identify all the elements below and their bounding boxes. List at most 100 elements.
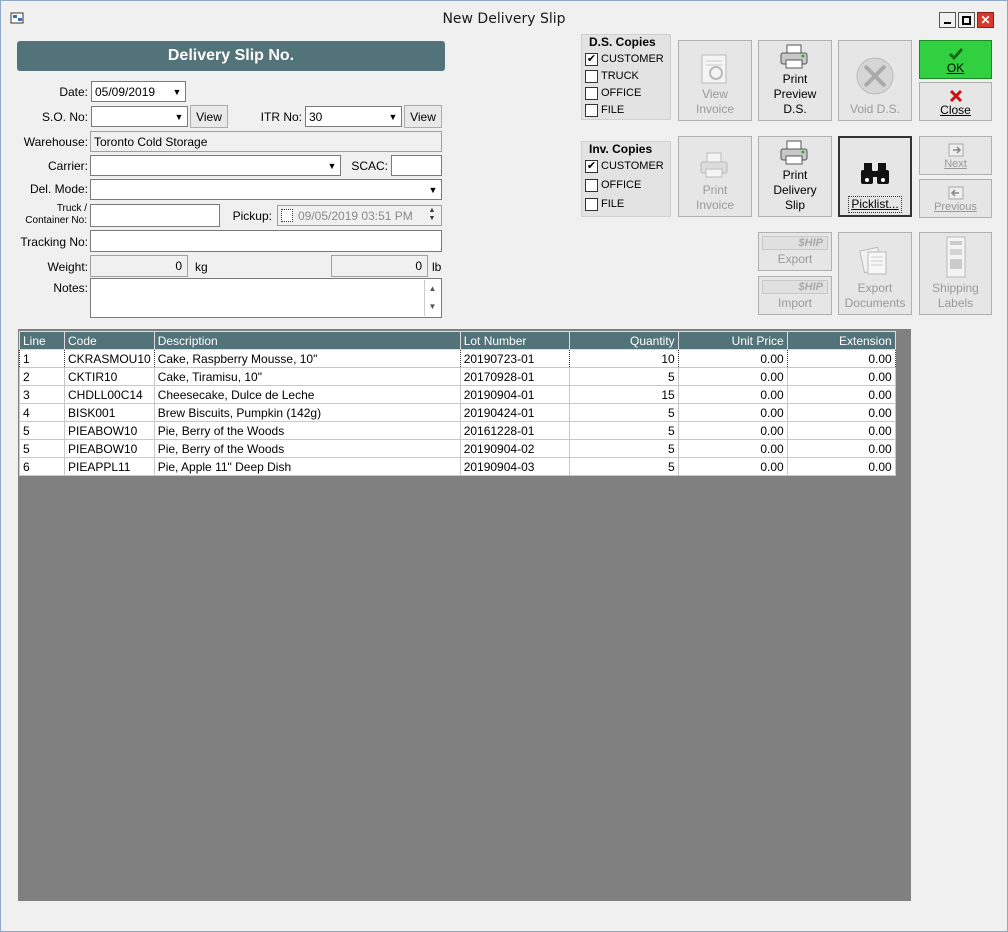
table-cell[interactable]: PIEABOW10 bbox=[64, 421, 155, 440]
table-cell[interactable]: 5 bbox=[568, 439, 679, 458]
table-cell[interactable]: 0.00 bbox=[677, 439, 788, 458]
table-cell[interactable]: 0.00 bbox=[677, 367, 788, 386]
tracking-input[interactable] bbox=[90, 230, 442, 252]
table-cell[interactable]: 20190424-01 bbox=[459, 403, 570, 422]
close-button[interactable]: Close bbox=[919, 82, 992, 121]
table-cell[interactable]: 20190723-01 bbox=[459, 349, 570, 368]
table-cell[interactable]: 0.00 bbox=[786, 439, 896, 458]
spin-icon[interactable]: ▲ ▼ bbox=[425, 207, 439, 224]
print-invoice-button[interactable]: Print Invoice bbox=[678, 136, 752, 217]
table-cell[interactable]: Pie, Apple 11" Deep Dish bbox=[153, 457, 461, 476]
scac-input[interactable] bbox=[391, 155, 442, 176]
table-cell[interactable]: 0.00 bbox=[677, 349, 788, 368]
table-cell[interactable]: CKTIR10 bbox=[64, 367, 155, 386]
line-items-grid[interactable]: Line Code Description Lot Number Quantit… bbox=[18, 329, 911, 901]
col-line-header[interactable]: Line bbox=[19, 331, 65, 350]
pickup-datetime[interactable]: 09/05/2019 03:51 PM ▲ ▼ bbox=[277, 205, 442, 226]
ship-import-button[interactable]: $HIP Import bbox=[758, 276, 832, 315]
table-cell[interactable]: 10 bbox=[568, 349, 679, 368]
table-cell[interactable]: PIEABOW10 bbox=[64, 439, 155, 458]
view-so-button[interactable]: View bbox=[190, 105, 228, 128]
table-cell[interactable]: 20170928-01 bbox=[459, 367, 570, 386]
table-cell[interactable]: 0.00 bbox=[786, 367, 896, 386]
table-cell[interactable]: 0.00 bbox=[786, 403, 896, 422]
col-lot-header[interactable]: Lot Number bbox=[459, 331, 570, 350]
table-row[interactable]: 3 CHDLL00C14 Cheesecake, Dulce de Leche 201… bbox=[19, 385, 896, 404]
delivery-mode-combo[interactable]: ▼ bbox=[90, 179, 442, 200]
ds-copy-truck[interactable]: TRUCK bbox=[585, 68, 639, 84]
col-extension-header[interactable]: Extension bbox=[786, 331, 896, 350]
print-preview-ds-button[interactable]: Print Preview D.S. bbox=[758, 40, 832, 121]
table-cell[interactable]: Cake, Raspberry Mousse, 10" bbox=[153, 349, 461, 368]
table-row[interactable]: 5 PIEABOW10 Pie, Berry of the Woods 2016122… bbox=[19, 421, 896, 440]
notes-scrollbar[interactable]: ▲ ▼ bbox=[424, 280, 440, 316]
itr-number-combo[interactable]: 30 ▼ bbox=[305, 106, 402, 127]
table-row[interactable]: 2 CKTIR10 Cake, Tiramisu, 10" 20170928-01 5 0… bbox=[19, 367, 896, 386]
table-cell[interactable]: 5 bbox=[568, 421, 679, 440]
view-itr-button[interactable]: View bbox=[404, 105, 442, 128]
table-cell[interactable]: 0.00 bbox=[677, 385, 788, 404]
print-delivery-slip-button[interactable]: Print Delivery Slip bbox=[758, 136, 832, 217]
ds-copy-office[interactable]: OFFICE bbox=[585, 85, 641, 101]
table-cell[interactable]: 0.00 bbox=[677, 457, 788, 476]
table-cell[interactable]: CKRASMOU10 bbox=[64, 349, 155, 368]
table-cell[interactable]: 5 bbox=[568, 457, 679, 476]
carrier-combo[interactable]: ▼ bbox=[90, 155, 341, 176]
table-row[interactable]: 6 PIEAPPL11 Pie, Apple 11" Deep Dish 201909… bbox=[19, 457, 896, 476]
table-cell[interactable]: 0.00 bbox=[786, 457, 896, 476]
table-cell[interactable]: 1 bbox=[19, 349, 65, 368]
ship-export-button[interactable]: $HIP Export bbox=[758, 232, 832, 271]
void-ds-button[interactable]: Void D.S. bbox=[838, 40, 912, 121]
table-cell[interactable]: 20190904-01 bbox=[459, 385, 570, 404]
table-cell[interactable]: Pie, Berry of the Woods bbox=[153, 439, 461, 458]
inv-copy-office[interactable]: OFFICE bbox=[585, 177, 641, 193]
table-cell[interactable]: 3 bbox=[19, 385, 65, 404]
table-cell[interactable]: 20190904-03 bbox=[459, 457, 570, 476]
ok-button[interactable]: OK bbox=[919, 40, 992, 79]
col-description-header[interactable]: Description bbox=[153, 331, 461, 350]
inv-copy-customer[interactable]: ✔ CUSTOMER bbox=[585, 158, 664, 174]
minimize-button[interactable] bbox=[939, 12, 956, 28]
table-cell[interactable]: 0.00 bbox=[677, 421, 788, 440]
col-code-header[interactable]: Code bbox=[64, 331, 155, 350]
col-unitprice-header[interactable]: Unit Price bbox=[677, 331, 788, 350]
table-cell[interactable]: Pie, Berry of the Woods bbox=[153, 421, 461, 440]
table-row[interactable]: 1 CKRASMOU10 Cake, Raspberry Mousse, 10" 20… bbox=[19, 349, 896, 368]
window-close-button[interactable]: ✕ bbox=[977, 12, 994, 28]
table-cell[interactable]: 5 bbox=[568, 367, 679, 386]
export-documents-button[interactable]: Export Documents bbox=[838, 232, 912, 315]
table-cell[interactable]: 6 bbox=[19, 457, 65, 476]
table-cell[interactable]: 20161228-01 bbox=[459, 421, 570, 440]
table-cell[interactable]: 5 bbox=[19, 439, 65, 458]
table-cell[interactable]: Cake, Tiramisu, 10" bbox=[153, 367, 461, 386]
ds-copy-file[interactable]: FILE bbox=[585, 102, 624, 118]
so-number-combo[interactable]: ▼ bbox=[91, 106, 188, 127]
table-cell[interactable]: 5 bbox=[19, 421, 65, 440]
table-cell[interactable]: 4 bbox=[19, 403, 65, 422]
notes-textarea[interactable]: ▲ ▼ bbox=[90, 278, 442, 318]
inv-copy-file[interactable]: FILE bbox=[585, 196, 624, 212]
pickup-checkbox[interactable] bbox=[281, 209, 293, 222]
picklist-button[interactable]: Picklist... bbox=[838, 136, 912, 217]
table-cell[interactable]: 0.00 bbox=[786, 349, 896, 368]
truck-container-input[interactable] bbox=[90, 204, 220, 227]
table-cell[interactable]: Brew Biscuits, Pumpkin (142g) bbox=[153, 403, 461, 422]
shipping-labels-button[interactable]: Shipping Labels bbox=[919, 232, 992, 315]
next-button[interactable]: Next bbox=[919, 136, 992, 175]
col-quantity-header[interactable]: Quantity bbox=[568, 331, 679, 350]
date-picker[interactable]: 05/09/2019 ▼ bbox=[91, 81, 186, 102]
ds-copy-customer[interactable]: ✔ CUSTOMER bbox=[585, 51, 664, 67]
table-row[interactable]: 5 PIEABOW10 Pie, Berry of the Woods 2019090… bbox=[19, 439, 896, 458]
table-cell[interactable]: 0.00 bbox=[786, 421, 896, 440]
table-cell[interactable]: BISK001 bbox=[64, 403, 155, 422]
table-cell[interactable]: 15 bbox=[568, 385, 679, 404]
table-cell[interactable]: 0.00 bbox=[786, 385, 896, 404]
table-row[interactable]: 4 BISK001 Brew Biscuits, Pumpkin (142g) 201… bbox=[19, 403, 896, 422]
table-cell[interactable]: 20190904-02 bbox=[459, 439, 570, 458]
table-cell[interactable]: PIEAPPL11 bbox=[64, 457, 155, 476]
table-cell[interactable]: CHDLL00C14 bbox=[64, 385, 155, 404]
table-cell[interactable]: 5 bbox=[568, 403, 679, 422]
previous-button[interactable]: Previous bbox=[919, 179, 992, 218]
maximize-button[interactable] bbox=[958, 12, 975, 28]
view-invoice-button[interactable]: View Invoice bbox=[678, 40, 752, 121]
